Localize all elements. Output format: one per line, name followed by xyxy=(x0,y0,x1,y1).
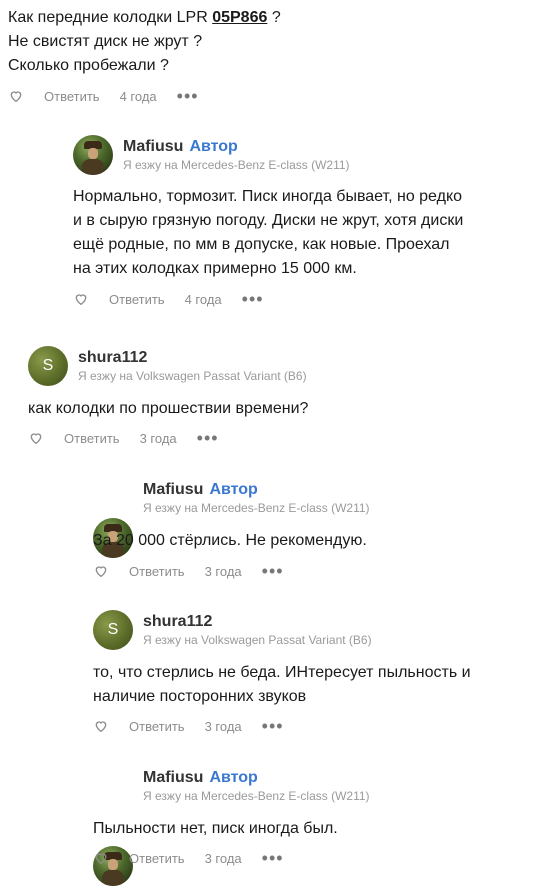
comment-line: на этих колодках примерно 15 000 км. xyxy=(73,260,357,277)
comment-header: shura112 Я езжу на Volkswagen Passat Var… xyxy=(78,348,307,384)
comment-text: как колодки по прошествии времени? xyxy=(28,397,308,421)
comment-header: Mafiusu Автор Я езжу на Mercedes-Benz E-c… xyxy=(143,768,370,804)
car-info[interactable]: Я езжу на Mercedes-Benz E-class (W211) xyxy=(123,157,350,173)
comment-line: как колодки по прошествии времени? xyxy=(28,400,309,417)
comment-line: За 20 000 стёрлись. Не рекомендую. xyxy=(93,532,367,549)
timestamp: 3 года xyxy=(204,850,242,866)
comment-header: Mafiusu Автор Я езжу на Mercedes-Benz E-c… xyxy=(123,137,350,173)
comment-line: наличие посторонних звуков xyxy=(93,688,307,705)
comment-line: и в сырую грязную погоду. Диски не жрут,… xyxy=(73,212,464,229)
avatar-letter: S xyxy=(107,621,119,638)
car-info[interactable]: Я езжу на Mercedes-Benz E-class (W211) xyxy=(143,788,370,804)
avatar[interactable]: S xyxy=(28,346,68,386)
more-icon[interactable]: ••• xyxy=(197,429,219,447)
reply-button[interactable]: Ответить xyxy=(129,719,185,734)
car-info[interactable]: Я езжу на Volkswagen Passat Variant (B6) xyxy=(143,632,372,648)
question-line: Сколько пробежали ? xyxy=(8,57,169,74)
reply-button[interactable]: Ответить xyxy=(44,89,100,104)
heart-icon[interactable] xyxy=(73,291,89,307)
author-name[interactable]: shura112 xyxy=(78,349,147,366)
question-mark: ? xyxy=(267,9,281,26)
author-badge: Автор xyxy=(189,138,238,155)
comment-actions: Ответить 4 года ••• xyxy=(73,289,264,309)
timestamp: 4 года xyxy=(119,88,157,104)
comment-line: Пыльности нет, писк иногда был. xyxy=(93,820,338,837)
reply-button[interactable]: Ответить xyxy=(129,564,185,579)
comment-actions: Ответить 3 года ••• xyxy=(93,848,284,868)
heart-icon[interactable] xyxy=(28,430,44,446)
author-name[interactable]: shura112 xyxy=(143,613,212,630)
heart-icon[interactable] xyxy=(8,88,24,104)
author-name[interactable]: Mafiusu xyxy=(143,769,203,786)
avatar[interactable]: S xyxy=(93,610,133,650)
comment-header: Mafiusu Автор Я езжу на Mercedes-Benz E-c… xyxy=(143,480,370,516)
timestamp: 3 года xyxy=(139,430,177,446)
author-badge: Автор xyxy=(209,769,258,786)
reply-button[interactable]: Ответить xyxy=(64,431,120,446)
more-icon[interactable]: ••• xyxy=(262,849,284,867)
heart-icon[interactable] xyxy=(93,718,109,734)
car-info[interactable]: Я езжу на Volkswagen Passat Variant (B6) xyxy=(78,368,307,384)
comment-text: Нормально, тормозит. Писк иногда бывает,… xyxy=(73,185,463,281)
avatar-letter: S xyxy=(42,357,54,374)
reply-button[interactable]: Ответить xyxy=(109,292,165,307)
more-icon[interactable]: ••• xyxy=(262,562,284,580)
timestamp: 3 года xyxy=(204,718,242,734)
more-icon[interactable]: ••• xyxy=(242,290,264,308)
comment-line: то, что стерлись не беда. ИНтересует пыл… xyxy=(93,664,471,681)
more-icon[interactable]: ••• xyxy=(262,717,284,735)
comment-line: Нормально, тормозит. Писк иногда бывает,… xyxy=(73,188,463,205)
comment-actions: Ответить 3 года ••• xyxy=(93,716,284,736)
question-actions: Ответить 4 года ••• xyxy=(8,86,199,106)
question-line: Не свистят диск не жрут ? xyxy=(8,33,203,50)
comment-text: За 20 000 стёрлись. Не рекомендую. xyxy=(93,529,367,553)
reply-button[interactable]: Ответить xyxy=(129,851,185,866)
part-number-link[interactable]: 05P866 xyxy=(212,9,267,26)
heart-icon[interactable] xyxy=(93,563,109,579)
car-info[interactable]: Я езжу на Mercedes-Benz E-class (W211) xyxy=(143,500,370,516)
comment-line: ещё родные, по мм в допуске, как новые. … xyxy=(73,236,450,253)
comment-text: Пыльности нет, писк иногда был. xyxy=(93,817,338,841)
comment-actions: Ответить 3 года ••• xyxy=(93,561,284,581)
timestamp: 4 года xyxy=(184,291,222,307)
avatar[interactable] xyxy=(73,135,113,175)
author-name[interactable]: Mafiusu xyxy=(143,481,203,498)
more-icon[interactable]: ••• xyxy=(177,87,199,105)
comment-actions: Ответить 3 года ••• xyxy=(28,428,219,448)
heart-icon[interactable] xyxy=(93,850,109,866)
timestamp: 3 года xyxy=(204,563,242,579)
comment-text: то, что стерлись не беда. ИНтересует пыл… xyxy=(93,661,471,709)
author-name[interactable]: Mafiusu xyxy=(123,138,183,155)
question-line: Как передние колодки LPR xyxy=(8,9,213,26)
question-text: Как передние колодки LPR 05P866 ? Не сви… xyxy=(8,6,281,78)
comment-header: shura112 Я езжу на Volkswagen Passat Var… xyxy=(143,612,372,648)
author-badge: Автор xyxy=(209,481,258,498)
